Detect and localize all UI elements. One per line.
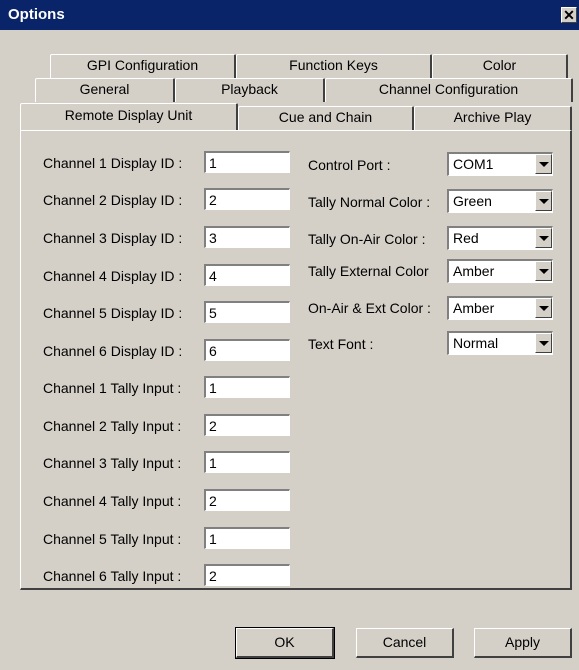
channel-5-display-id-input[interactable]	[204, 301, 290, 323]
channel-2-display-id-input[interactable]	[204, 188, 290, 210]
ok-button[interactable]: OK	[235, 627, 335, 659]
channel-4-display-id-input[interactable]	[204, 264, 290, 286]
channel-4-tally-input[interactable]	[204, 489, 290, 511]
chevron-down-icon[interactable]	[535, 261, 552, 281]
title-bar: Options ✕	[0, 0, 579, 30]
channel-6-display-id-input[interactable]	[204, 339, 290, 361]
tab-color[interactable]: Color	[432, 54, 568, 78]
channel-2-tally-input[interactable]	[204, 414, 290, 436]
text-font-value: Normal	[453, 335, 499, 351]
channel-5-display-id-label: Channel 5 Display ID :	[43, 305, 183, 321]
channel-1-tally-input[interactable]	[204, 376, 290, 398]
channel-3-display-id-input[interactable]	[204, 226, 290, 248]
tab-gpi-configuration[interactable]: GPI Configuration	[50, 54, 236, 78]
channel-4-tally-input-label: Channel 4 Tally Input :	[43, 493, 182, 509]
chevron-down-icon[interactable]	[535, 228, 552, 248]
on-air-ext-color-label: On-Air & Ext Color :	[308, 300, 431, 316]
tab-function-keys[interactable]: Function Keys	[236, 54, 432, 78]
channel-4-display-id-label: Channel 4 Display ID :	[43, 268, 183, 284]
channel-2-display-id-label: Channel 2 Display ID :	[43, 192, 183, 208]
channel-1-display-id-label: Channel 1 Display ID :	[43, 155, 183, 171]
channel-5-tally-input-label: Channel 5 Tally Input :	[43, 531, 182, 547]
control-port-value: COM1	[453, 156, 494, 172]
tally-on-air-color-label: Tally On-Air Color :	[308, 231, 426, 247]
channel-1-tally-input-label: Channel 1 Tally Input :	[43, 380, 182, 396]
chevron-down-icon[interactable]	[535, 154, 552, 174]
tally-normal-color-value: Green	[453, 193, 492, 209]
text-font-select[interactable]: Normal	[447, 331, 553, 355]
tally-external-color-select[interactable]: Amber	[447, 259, 553, 283]
tally-normal-color-label: Tally Normal Color :	[308, 194, 431, 210]
tally-external-color-label: Tally External Color	[308, 263, 429, 279]
channel-3-tally-input-label: Channel 3 Tally Input :	[43, 455, 182, 471]
tab-remote-display-unit[interactable]: Remote Display Unit	[20, 103, 238, 130]
channel-3-tally-input[interactable]	[204, 451, 290, 473]
channel-6-tally-input[interactable]	[204, 564, 290, 586]
on-air-ext-color-select[interactable]: Amber	[447, 296, 553, 320]
channel-6-tally-input-label: Channel 6 Tally Input :	[43, 568, 182, 584]
window-title: Options	[8, 6, 65, 23]
channel-5-tally-input[interactable]	[204, 527, 290, 549]
close-icon[interactable]: ✕	[561, 7, 577, 23]
apply-button[interactable]: Apply	[474, 628, 572, 658]
control-port-label: Control Port :	[308, 157, 391, 173]
channel-2-tally-input-label: Channel 2 Tally Input :	[43, 418, 182, 434]
tab-general[interactable]: General	[35, 78, 175, 102]
tally-on-air-color-value: Red	[453, 230, 479, 246]
chevron-down-icon[interactable]	[535, 333, 552, 353]
text-font-label: Text Font :	[308, 336, 374, 352]
control-port-select[interactable]: COM1	[447, 152, 553, 176]
tab-playback[interactable]: Playback	[175, 78, 325, 102]
tab-cue-and-chain[interactable]: Cue and Chain	[238, 106, 414, 130]
tally-on-air-color-select[interactable]: Red	[447, 226, 553, 250]
on-air-ext-color-value: Amber	[453, 300, 495, 316]
chevron-down-icon[interactable]	[535, 191, 552, 211]
channel-3-display-id-label: Channel 3 Display ID :	[43, 230, 183, 246]
chevron-down-icon[interactable]	[535, 298, 552, 318]
channel-1-display-id-input[interactable]	[204, 151, 290, 173]
cancel-button[interactable]: Cancel	[356, 628, 454, 658]
tally-normal-color-select[interactable]: Green	[447, 189, 553, 213]
tab-archive-play[interactable]: Archive Play	[414, 106, 572, 130]
tally-external-color-value: Amber	[453, 263, 495, 279]
channel-6-display-id-label: Channel 6 Display ID :	[43, 343, 183, 359]
tab-channel-configuration[interactable]: Channel Configuration	[325, 78, 573, 102]
